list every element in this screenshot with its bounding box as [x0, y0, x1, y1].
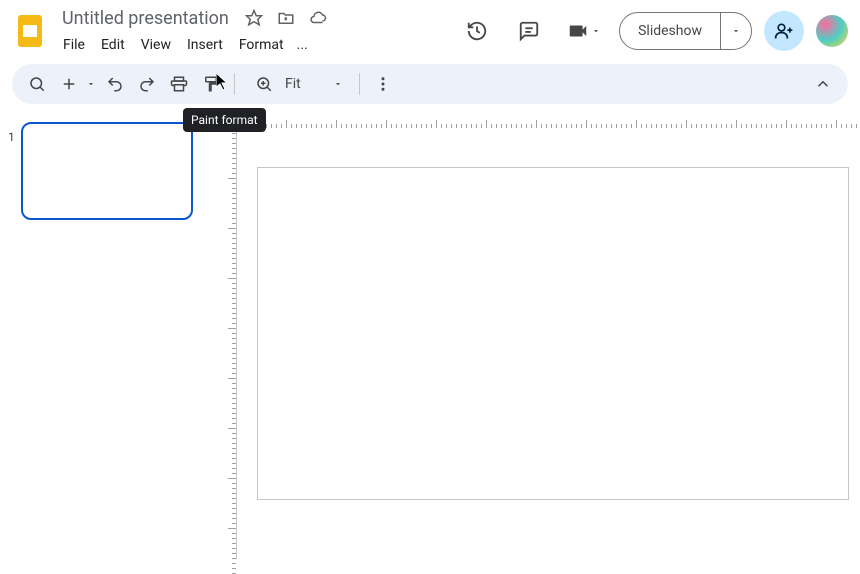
- slide-thumbnail[interactable]: [21, 122, 193, 220]
- zoom-dropdown[interactable]: [331, 69, 345, 99]
- more-tools-button[interactable]: [368, 69, 398, 99]
- title-icons: [243, 7, 329, 29]
- ruler-horizontal: [236, 112, 860, 128]
- main-area: 1: [0, 112, 860, 559]
- menu-format[interactable]: Format: [232, 33, 291, 57]
- redo-button[interactable]: [132, 69, 162, 99]
- move-folder-icon[interactable]: [275, 7, 297, 29]
- paint-format-button[interactable]: [196, 69, 226, 99]
- canvas-area: [212, 112, 860, 559]
- new-slide-button[interactable]: [54, 69, 84, 99]
- new-slide-dropdown[interactable]: [84, 69, 98, 99]
- undo-button[interactable]: [100, 69, 130, 99]
- slideshow-button[interactable]: Slideshow: [620, 13, 720, 49]
- slide-number: 1: [8, 130, 15, 549]
- comments-icon[interactable]: [509, 11, 549, 51]
- cloud-saved-icon[interactable]: [307, 7, 329, 29]
- collapse-toolbar-button[interactable]: [808, 69, 838, 99]
- menu-file[interactable]: File: [56, 33, 92, 57]
- slideshow-dropdown[interactable]: [720, 13, 751, 49]
- star-icon[interactable]: [243, 7, 265, 29]
- menubar: File Edit View Insert Format ...: [56, 33, 457, 57]
- user-avatar[interactable]: [816, 15, 848, 47]
- menu-more[interactable]: ...: [293, 33, 312, 57]
- slide-panel: 1: [0, 112, 212, 559]
- toolbar-separator: [359, 73, 360, 95]
- new-slide-group: [54, 69, 98, 99]
- doc-title[interactable]: Untitled presentation: [56, 6, 235, 31]
- toolbar-separator: [234, 73, 235, 95]
- print-button[interactable]: [164, 69, 194, 99]
- history-icon[interactable]: [457, 11, 497, 51]
- zoom-icon[interactable]: [249, 69, 279, 99]
- toolbar: Fit: [12, 64, 848, 104]
- share-button[interactable]: [764, 11, 804, 51]
- zoom-group: Fit: [243, 69, 351, 99]
- menu-view[interactable]: View: [134, 33, 178, 57]
- tooltip: Paint format: [183, 108, 266, 132]
- zoom-level[interactable]: Fit: [285, 76, 325, 92]
- menu-edit[interactable]: Edit: [94, 33, 132, 57]
- menu-insert[interactable]: Insert: [180, 33, 230, 57]
- slide-canvas[interactable]: [257, 167, 849, 500]
- search-icon[interactable]: [22, 69, 52, 99]
- ruler-vertical: [212, 128, 236, 559]
- title-row: Untitled presentation: [56, 6, 457, 31]
- ruler-border: [236, 112, 237, 559]
- header: Untitled presentation File Edit View Ins…: [0, 0, 860, 56]
- slides-logo[interactable]: [12, 13, 48, 49]
- meet-icon[interactable]: [561, 11, 607, 51]
- header-right: Slideshow: [457, 11, 848, 51]
- slideshow-group: Slideshow: [619, 12, 752, 50]
- title-area: Untitled presentation File Edit View Ins…: [56, 6, 457, 57]
